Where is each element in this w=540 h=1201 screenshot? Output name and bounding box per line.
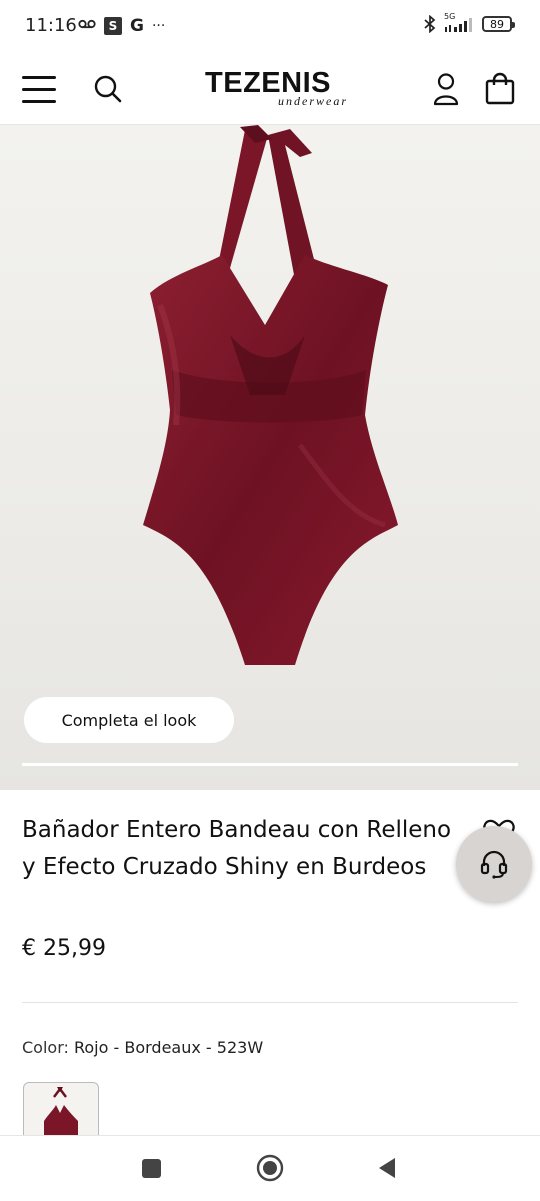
color-label: Color:	[22, 1038, 69, 1057]
user-icon[interactable]	[432, 72, 460, 106]
system-nav-bar	[0, 1135, 540, 1201]
color-value: Rojo - Bordeaux - 523W	[73, 1038, 264, 1057]
status-time: 11:16	[25, 15, 77, 36]
voicemail-icon	[78, 17, 96, 35]
status-icons-left: S G ···	[78, 16, 165, 36]
site-header: TEZENIS underwear	[0, 54, 540, 125]
product-price: € 25,99	[22, 936, 106, 961]
product-image[interactable]: Completa el look	[0, 125, 540, 790]
complete-look-button[interactable]: Completa el look	[24, 697, 234, 743]
status-icons-right: 5G 89	[424, 12, 515, 33]
gallery-progress-bar	[22, 763, 518, 766]
battery-icon: 89	[482, 16, 515, 32]
product-title: Bañador Entero Bandeau con Relleno y Efe…	[22, 817, 452, 880]
swimsuit-image	[143, 125, 398, 665]
headset-icon	[480, 850, 508, 879]
recent-apps-icon[interactable]	[142, 1159, 161, 1178]
home-icon[interactable]	[256, 1154, 284, 1182]
search-icon[interactable]	[93, 74, 123, 104]
bluetooth-icon	[424, 15, 436, 33]
status-bar: 11:16 S G ··· 5G 89	[0, 0, 540, 54]
back-icon[interactable]	[376, 1156, 398, 1180]
signal-icon: 5G	[444, 12, 474, 33]
battery-level: 89	[490, 17, 504, 31]
color-swatch-thumbnail[interactable]	[23, 1082, 99, 1139]
shopping-bag-icon[interactable]	[484, 72, 516, 106]
color-row: Color: Rojo - Bordeaux - 523W	[22, 1038, 263, 1057]
menu-icon[interactable]	[22, 72, 58, 106]
more-icon: ···	[151, 18, 166, 34]
brand-logo[interactable]: TEZENIS underwear	[188, 68, 348, 109]
divider	[22, 1002, 518, 1003]
google-icon: G	[130, 16, 144, 36]
customer-support-button[interactable]	[456, 826, 532, 902]
swimsuit-thumbnail-image	[44, 1086, 78, 1139]
s-app-icon: S	[104, 17, 122, 35]
